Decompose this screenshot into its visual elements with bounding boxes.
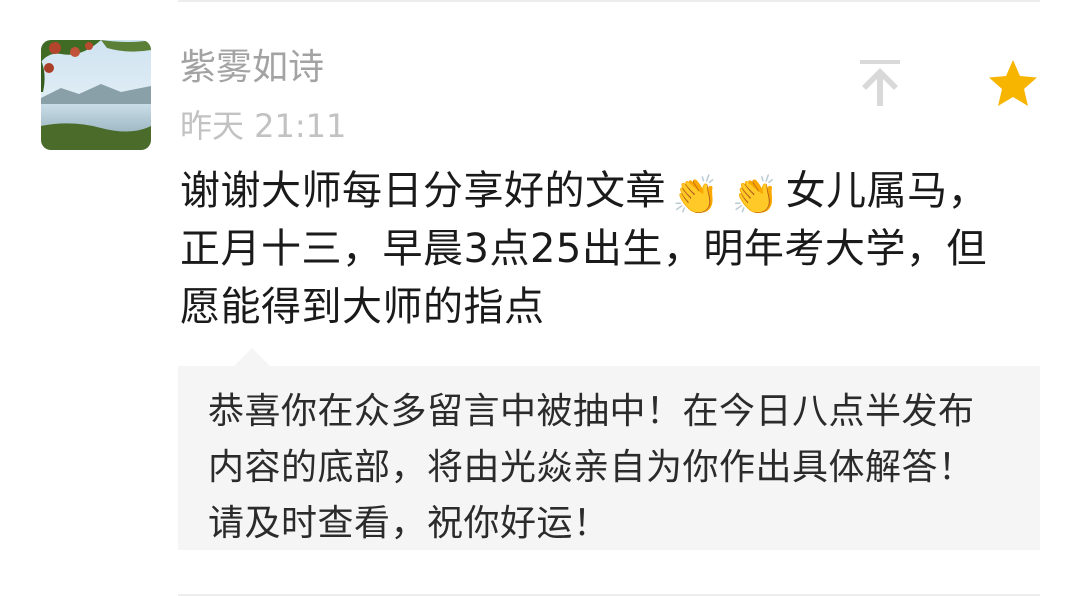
- comment-item: 紫雾如诗 昨天 21:11 谢谢大师每日分享好的文章 👏 👏 女儿属马，正月十三，早晨…: [0, 0, 1080, 596]
- comment-text-part1: 谢谢大师每日分享好的文章: [180, 168, 666, 214]
- comment-text: 谢谢大师每日分享好的文章 👏 👏 女儿属马，正月十三，早晨3点25出生，明年考大学，但…: [180, 162, 1010, 336]
- pin-to-top-icon[interactable]: [858, 58, 902, 108]
- author-name[interactable]: 紫雾如诗: [180, 46, 324, 90]
- author-reply: 恭喜你在众多留言中被抽中！在今日八点半发布内容的底部，将由光焱亲自为你作出具体解…: [178, 366, 1040, 550]
- avatar[interactable]: [41, 40, 151, 150]
- star-icon[interactable]: [986, 58, 1040, 110]
- landscape-avatar-icon: [41, 40, 151, 150]
- reply-pointer: [234, 348, 270, 366]
- clap-emoji: 👏: [731, 173, 780, 217]
- comment-time: 昨天 21:11: [180, 107, 347, 145]
- clap-emoji: 👏: [672, 173, 720, 217]
- reply-text: 恭喜你在众多留言中被抽中！在今日八点半发布内容的底部，将由光焱亲自为你作出具体解…: [208, 391, 975, 544]
